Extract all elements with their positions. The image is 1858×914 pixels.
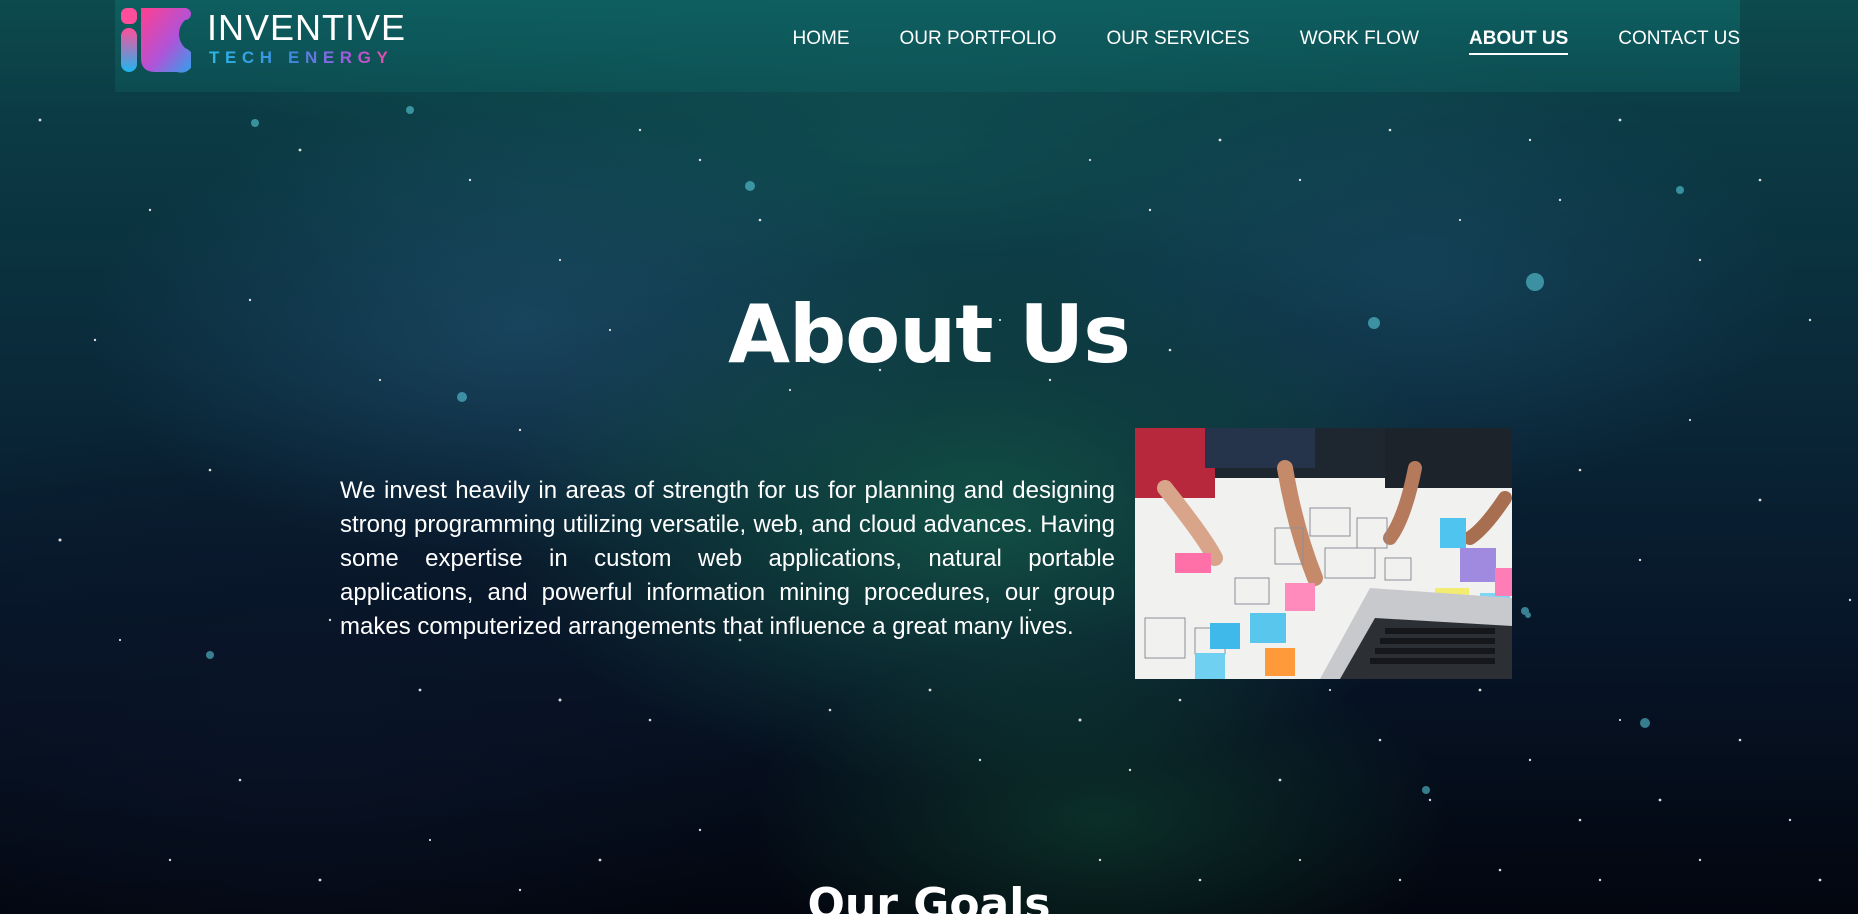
team-planning-photo	[1135, 428, 1512, 679]
nav-item-home[interactable]: HOME	[793, 28, 850, 55]
nav-item-our-portfolio[interactable]: OUR PORTFOLIO	[900, 28, 1057, 55]
page-title: About Us	[728, 287, 1131, 381]
about-page: INVENTIVE TECH ENERGY HOME OUR PORTFOLIO…	[0, 0, 1858, 914]
starfield-background	[38, 106, 1852, 892]
about-paragraph: We invest heavily in areas of strength f…	[340, 477, 1115, 640]
goals-heading: Our Goals	[807, 878, 1051, 914]
brand-logo[interactable]: INVENTIVE TECH ENERGY	[119, 4, 405, 74]
nav-item-our-services[interactable]: OUR SERVICES	[1106, 28, 1249, 55]
main-navigation: HOME OUR PORTFOLIO OUR SERVICES WORK FLO…	[743, 28, 1740, 55]
brand-name: INVENTIVE	[207, 7, 407, 48]
brand-tagline: TECH ENERGY	[209, 48, 394, 67]
nav-item-about-us[interactable]: ABOUT US	[1469, 28, 1569, 55]
team-planning-illustration	[1135, 428, 1512, 679]
top-navbar: INVENTIVE TECH ENERGY HOME OUR PORTFOLIO…	[115, 0, 1740, 92]
nav-item-contact-us[interactable]: CONTACT US	[1618, 28, 1740, 55]
it-monogram-logo-icon	[121, 8, 191, 73]
nav-item-work-flow[interactable]: WORK FLOW	[1300, 28, 1419, 55]
